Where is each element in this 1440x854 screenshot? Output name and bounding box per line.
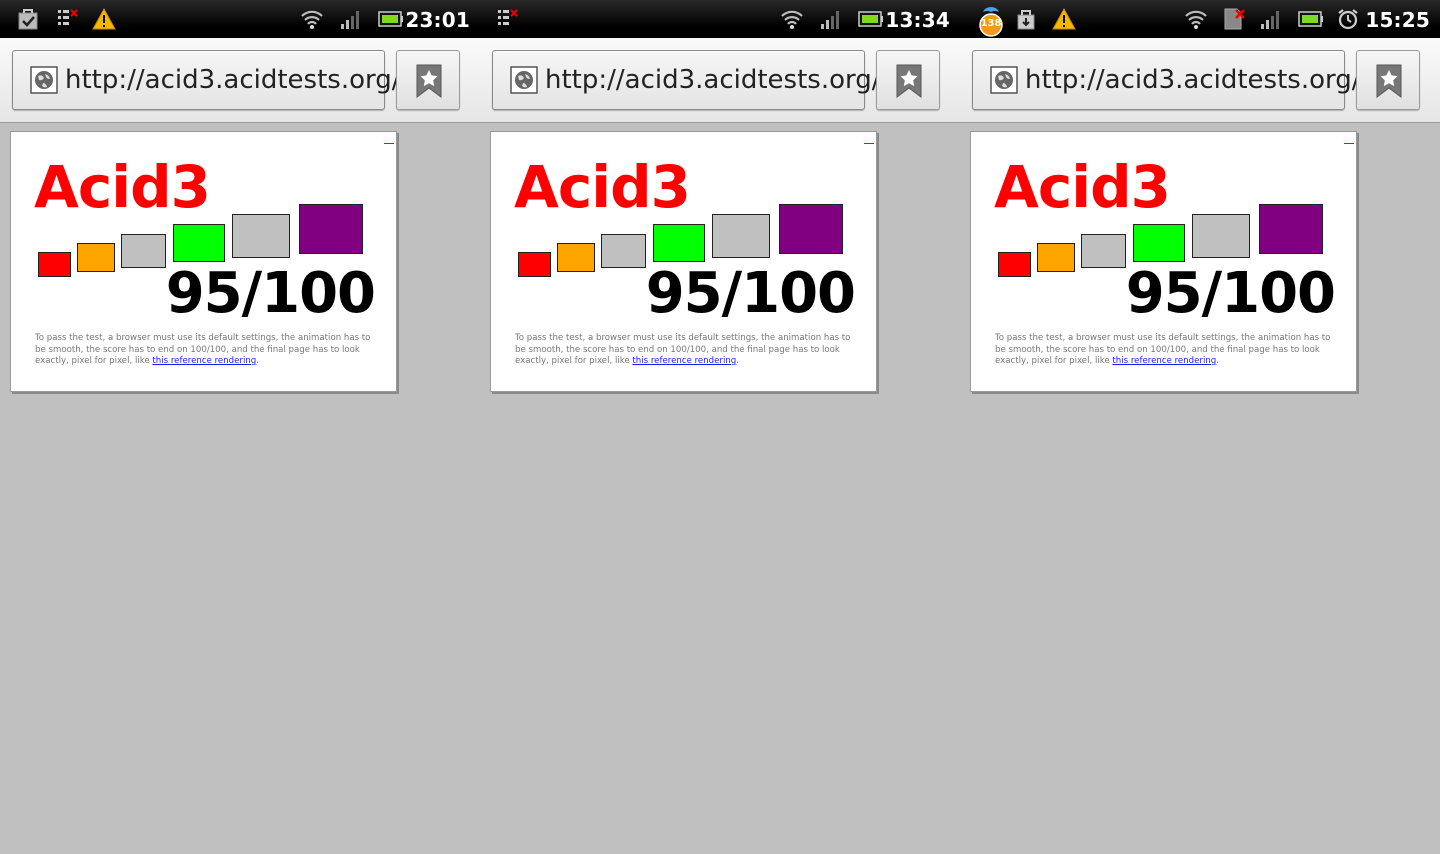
globe-icon (510, 66, 538, 94)
browser-screen-1: 23:01 http://acid3.acidtests.org/ Acid3 … (0, 0, 480, 854)
test-box-silver (601, 234, 646, 268)
url-text: http://acid3.acidtests.org/ (1025, 65, 1361, 95)
corner-marker (1344, 143, 1354, 144)
wifi-icon (1185, 10, 1207, 29)
notification-count: 138 (980, 18, 1002, 29)
url-field[interactable]: http://acid3.acidtests.org/ (972, 50, 1361, 110)
clock-time: 15:25 (1365, 8, 1430, 32)
url-field[interactable]: http://acid3.acidtests.org/ (492, 50, 881, 110)
globe-icon (30, 66, 58, 94)
browser-screen-2: 13:34 http://acid3.acidtests.org/ Acid3 … (480, 0, 960, 854)
test-box-silver (121, 234, 166, 268)
description-text: To pass the test, a browser must use its… (515, 333, 857, 368)
acid3-page-thumbnail: Acid3 95/100 To pass the test, a browser… (490, 131, 877, 392)
signal-icon (341, 11, 359, 29)
bookmark-button[interactable] (396, 50, 460, 110)
globe-icon (990, 66, 1018, 94)
acid3-page-thumbnail: Acid3 95/100 To pass the test, a browser… (10, 131, 397, 392)
battery-icon (858, 11, 883, 27)
test-box-orange (557, 243, 595, 272)
page-title: Acid3 (514, 153, 691, 221)
url-field[interactable]: http://acid3.acidtests.org/ (12, 50, 401, 110)
description-suffix: . (1216, 356, 1219, 366)
sd-card-error-icon (498, 9, 518, 25)
test-box-red (518, 252, 551, 277)
test-box-silver (1081, 234, 1126, 268)
corner-marker (384, 143, 394, 144)
page-title: Acid3 (994, 153, 1171, 221)
corner-marker (864, 143, 874, 144)
test-box-purple (1259, 204, 1323, 254)
shopping-bag-icon (18, 9, 38, 30)
test-box-red (38, 252, 71, 277)
url-text: http://acid3.acidtests.org/ (65, 65, 401, 95)
warning-icon (1052, 7, 1076, 30)
wifi-icon (301, 10, 323, 29)
wifi-icon (781, 10, 803, 29)
download-icon (1017, 10, 1035, 30)
url-text: http://acid3.acidtests.org/ (545, 65, 881, 95)
status-bar: 23:01 (0, 0, 480, 38)
bookmark-button[interactable] (876, 50, 940, 110)
test-box-purple (299, 204, 363, 254)
alarm-icon (1338, 9, 1358, 30)
reference-rendering-link[interactable]: this reference rendering (1112, 356, 1216, 366)
description-suffix: . (736, 356, 739, 366)
bookmark-star-icon (1376, 64, 1402, 98)
test-box-purple (779, 204, 843, 254)
battery-icon (378, 11, 403, 27)
test-box-orange (77, 243, 115, 272)
clock-time: 23:01 (405, 8, 470, 32)
browser-screen-3: 138 15:25 http://acid3.acidtests.org/ Ac… (960, 0, 1440, 854)
bookmark-star-icon (896, 64, 922, 98)
clock-time: 13:34 (885, 8, 950, 32)
acid3-page-thumbnail: Acid3 95/100 To pass the test, a browser… (970, 131, 1357, 392)
page-title: Acid3 (34, 153, 211, 221)
test-box-silver-large (1192, 214, 1250, 258)
no-sim-icon (1224, 8, 1245, 30)
score-text: 95/100 (645, 261, 856, 326)
battery-icon (1298, 11, 1323, 27)
test-box-silver-large (232, 214, 290, 258)
description-text: To pass the test, a browser must use its… (35, 333, 377, 368)
url-bar: http://acid3.acidtests.org/ (960, 38, 1440, 123)
warning-icon (92, 7, 116, 30)
bookmark-star-icon (416, 64, 442, 98)
status-bar: 138 15:25 (960, 0, 1440, 38)
test-box-orange (1037, 243, 1075, 272)
reference-rendering-link[interactable]: this reference rendering (152, 356, 256, 366)
description-text: To pass the test, a browser must use its… (995, 333, 1337, 368)
signal-icon (1261, 11, 1279, 29)
reference-rendering-link[interactable]: this reference rendering (632, 356, 736, 366)
score-text: 95/100 (1125, 261, 1336, 326)
url-bar: http://acid3.acidtests.org/ (0, 38, 480, 123)
score-text: 95/100 (165, 261, 376, 326)
description-suffix: . (256, 356, 259, 366)
test-box-silver-large (712, 214, 770, 258)
url-bar: http://acid3.acidtests.org/ (480, 38, 960, 123)
test-box-lime (653, 224, 705, 262)
sd-card-error-icon (58, 9, 78, 25)
status-bar: 13:34 (480, 0, 960, 38)
signal-icon (821, 11, 839, 29)
bookmark-button[interactable] (1356, 50, 1420, 110)
test-box-lime (1133, 224, 1185, 262)
test-box-red (998, 252, 1031, 277)
test-box-lime (173, 224, 225, 262)
